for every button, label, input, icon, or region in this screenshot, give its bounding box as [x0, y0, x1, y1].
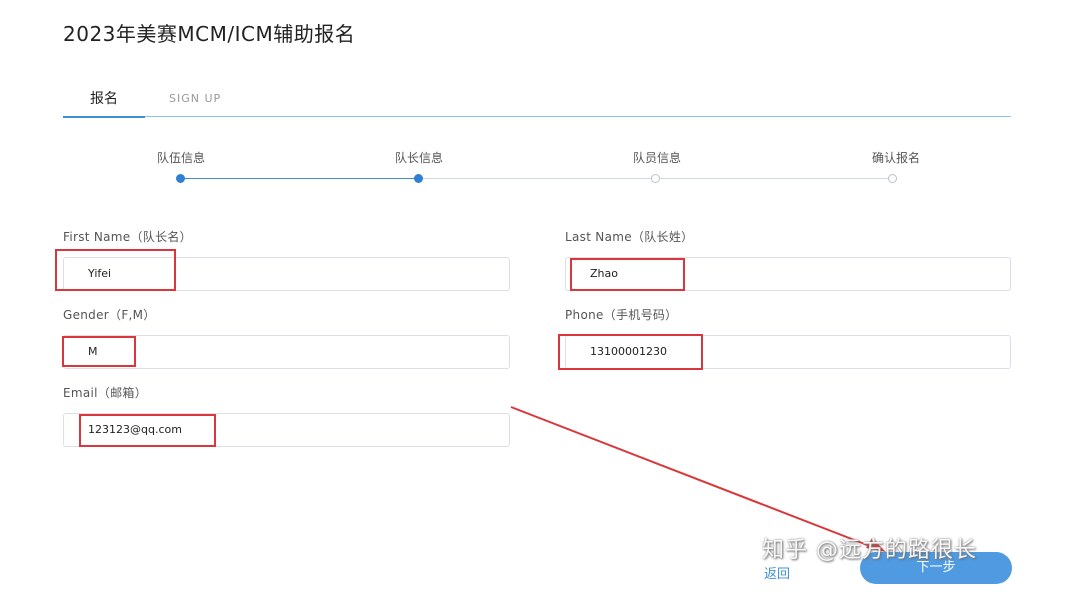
watermark-text: 知乎 @远方的路很长 [762, 538, 977, 563]
annotation-arrow [510, 406, 886, 552]
back-link[interactable]: 返回 [764, 563, 790, 582]
